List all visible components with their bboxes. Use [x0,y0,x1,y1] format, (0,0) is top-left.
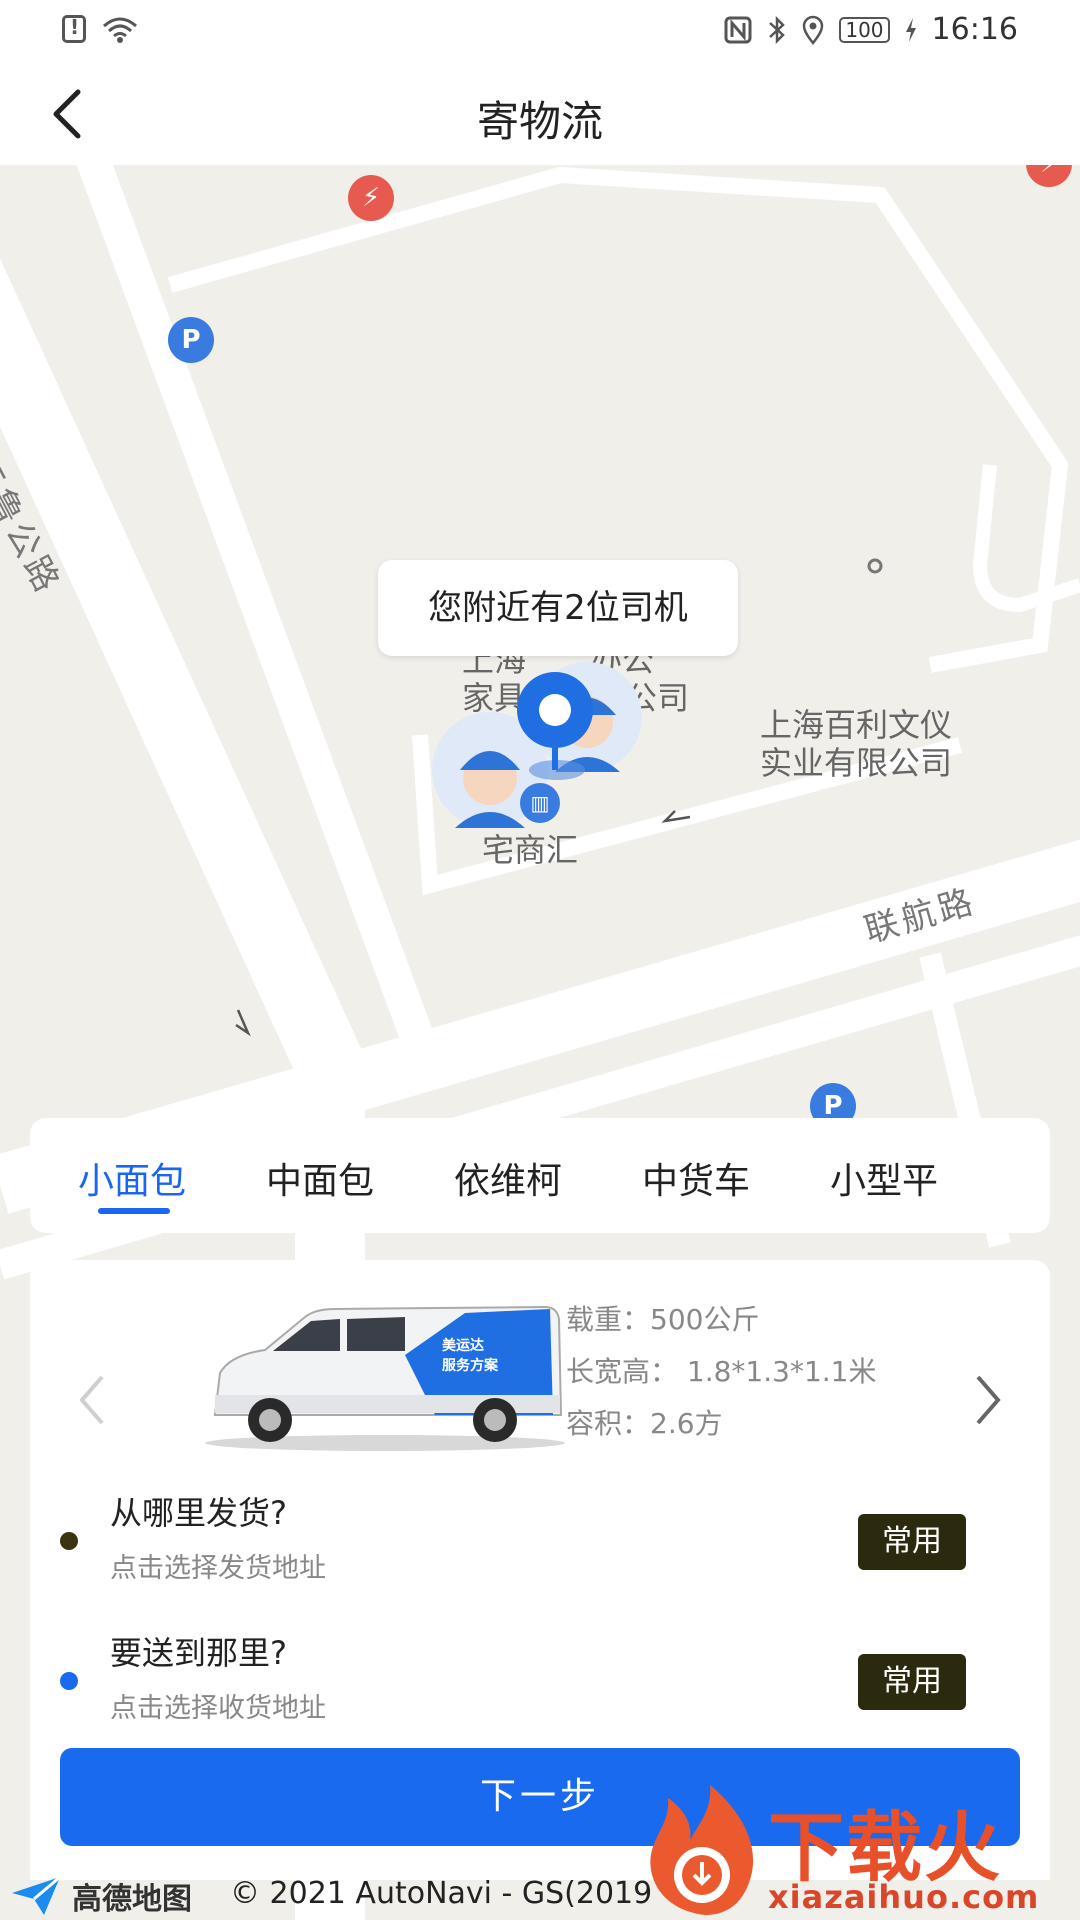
origin-dot [60,1532,78,1550]
parking-icon: P [168,317,214,363]
vehicle-load: 载重：500公斤 [566,1303,760,1336]
van-decal-line-1: 美运达 [442,1338,484,1354]
charging-icon [905,17,916,42]
status-right: 100 16:16 [723,12,1018,47]
van-image [205,1305,565,1451]
vehicle-tabs: 小面包 中面包 依维柯 中货车 小型平 [30,1118,1050,1233]
destination-dot [60,1672,78,1690]
origin-common-button[interactable]: 常用 [858,1514,966,1570]
map-dot-icon [867,558,883,574]
location-pin-icon [517,672,593,780]
chart-icon: ▥ [520,783,560,823]
watermark: 下载火 xiazaihuo.com [640,1780,1080,1920]
destination-common-button[interactable]: 常用 [858,1654,966,1710]
status-left [62,14,140,44]
station-icon: ⚡ [348,175,394,221]
vehicle-volume: 容积：2.6方 [566,1407,723,1440]
status-bar: 100 16:16 [0,0,1080,60]
active-tab-indicator [98,1208,170,1214]
wifi-icon [103,17,137,43]
alert-icon [62,15,86,43]
destination-title[interactable]: 要送到那里? [110,1628,287,1674]
tab-small-van[interactable]: 小面包 [78,1152,186,1204]
tab-medium-truck[interactable]: 中货车 [642,1152,750,1204]
battery-indicator: 100 [839,16,890,43]
map-copyright: © 2021 AutoNavi - GS(2019 [230,1876,653,1911]
next-vehicle-icon[interactable] [962,1365,1012,1435]
tab-medium-van[interactable]: 中面包 [266,1152,374,1204]
watermark-url: xiazaihuo.com [768,1878,1040,1916]
destination-address-field[interactable]: 点击选择收货地址 [110,1686,326,1725]
prev-vehicle-icon[interactable] [68,1365,118,1435]
location-icon [803,15,824,45]
page-title: 寄物流 [476,97,603,146]
tab-iveco[interactable]: 依维柯 [454,1152,562,1204]
nav-bar: 寄物流 [0,60,1080,165]
flame-logo-icon [650,1785,754,1915]
bluetooth-icon [769,15,786,44]
origin-address-field[interactable]: 点击选择发货地址 [110,1546,326,1585]
tab-small-flatbed[interactable]: 小型平 [830,1152,938,1204]
amap-logo-text: 高德地图 [72,1882,192,1917]
van-decal-line-2: 服务方案 [442,1358,498,1374]
vehicle-dimensions: 长宽高： 1.8*1.3*1.1米 [566,1355,877,1388]
origin-title[interactable]: 从哪里发货? [110,1488,287,1534]
map-label-zhaishanghui: 宅商汇 [482,831,579,869]
amap-logo: 高德地图 [10,1874,192,1918]
nearby-drivers-tip: 您附近有2位司机 [378,560,738,656]
clock: 16:16 [931,12,1018,47]
map-label-company-1b: 实业有限公司 [760,744,953,782]
nfc-icon [724,16,752,43]
amap-arrow-icon [12,1875,61,1915]
